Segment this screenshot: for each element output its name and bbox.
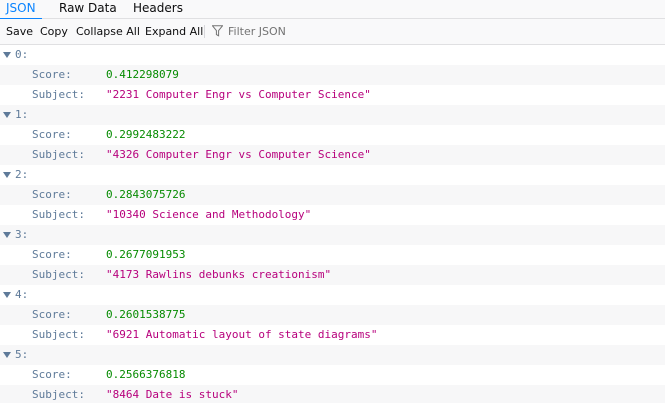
chevron-down-icon[interactable] [3,112,11,118]
tab-headers[interactable]: Headers [133,0,183,19]
collapse-all-button[interactable]: Collapse All [76,19,140,44]
tree-row-array-index[interactable]: 4: [0,285,665,305]
tree-row-array-index[interactable]: 5: [0,345,665,365]
subject-value: "6921 Automatic layout of state diagrams… [106,328,378,341]
tree-row-subject: Subject: "8464 Date is stuck" [0,385,665,403]
score-value: 0.2601538775 [106,308,186,321]
tab-raw-data[interactable]: Raw Data [59,0,117,19]
tree-row-score: Score: 0.412298079 [0,65,665,85]
array-index-label: 4: [15,288,29,301]
subject-key: Subject: [32,208,85,221]
chevron-down-icon[interactable] [3,172,11,178]
tree-row-score: Score: 0.2601538775 [0,305,665,325]
subject-value: "8464 Date is stuck" [106,388,239,401]
subject-key: Subject: [32,148,85,161]
tree-row-score: Score: 0.2566376818 [0,365,665,385]
copy-button[interactable]: Copy [40,19,68,44]
filter-json-input[interactable] [226,22,426,41]
score-value: 0.412298079 [106,68,179,81]
chevron-down-icon[interactable] [3,232,11,238]
chevron-down-icon[interactable] [3,292,11,298]
array-index-label: 0: [15,48,29,61]
score-key: Score: [32,368,72,381]
toolbar-separator [204,25,205,38]
tree-row-array-index[interactable]: 1: [0,105,665,125]
array-index-label: 3: [15,228,29,241]
tree-row-array-index[interactable]: 0: [0,45,665,65]
score-value: 0.2566376818 [106,368,186,381]
tree-row-score: Score: 0.2992483222 [0,125,665,145]
save-button[interactable]: Save [6,19,33,44]
score-value: 0.2677091953 [106,248,186,261]
tree-row-subject: Subject: "10340 Science and Methodology" [0,205,665,225]
score-key: Score: [32,68,72,81]
score-value: 0.2843075726 [106,188,186,201]
funnel-icon [212,25,223,37]
tree-row-subject: Subject: "4173 Rawlins debunks creationis… [0,265,665,285]
tree-row-array-index[interactable]: 2: [0,165,665,185]
subject-value: "4173 Rawlins debunks creationism" [106,268,332,281]
tree-row-subject: Subject: "6921 Automatic layout of state … [0,325,665,345]
subject-value: "4326 Computer Engr vs Computer Science" [106,148,371,161]
tab-bar: JSON Raw Data Headers [0,0,665,20]
toolbar: Save Copy Collapse All Expand All [0,19,665,45]
score-value: 0.2992483222 [106,128,186,141]
chevron-down-icon[interactable] [3,352,11,358]
score-key: Score: [32,188,72,201]
array-index-label: 1: [15,108,29,121]
subject-key: Subject: [32,388,85,401]
score-key: Score: [32,248,72,261]
tree-row-subject: Subject: "2231 Computer Engr vs Computer … [0,85,665,105]
tree-row-score: Score: 0.2843075726 [0,185,665,205]
subject-key: Subject: [32,268,85,281]
array-index-label: 5: [15,348,29,361]
tree-row-array-index[interactable]: 3: [0,225,665,245]
chevron-down-icon[interactable] [3,52,11,58]
tree-row-subject: Subject: "4326 Computer Engr vs Computer … [0,145,665,165]
subject-key: Subject: [32,328,85,341]
score-key: Score: [32,308,72,321]
subject-value: "10340 Science and Methodology" [106,208,312,221]
array-index-label: 2: [15,168,29,181]
score-key: Score: [32,128,72,141]
expand-all-button[interactable]: Expand All [145,19,203,44]
subject-value: "2231 Computer Engr vs Computer Science" [106,88,371,101]
subject-key: Subject: [32,88,85,101]
tree-row-score: Score: 0.2677091953 [0,245,665,265]
tab-json[interactable]: JSON [0,0,42,20]
